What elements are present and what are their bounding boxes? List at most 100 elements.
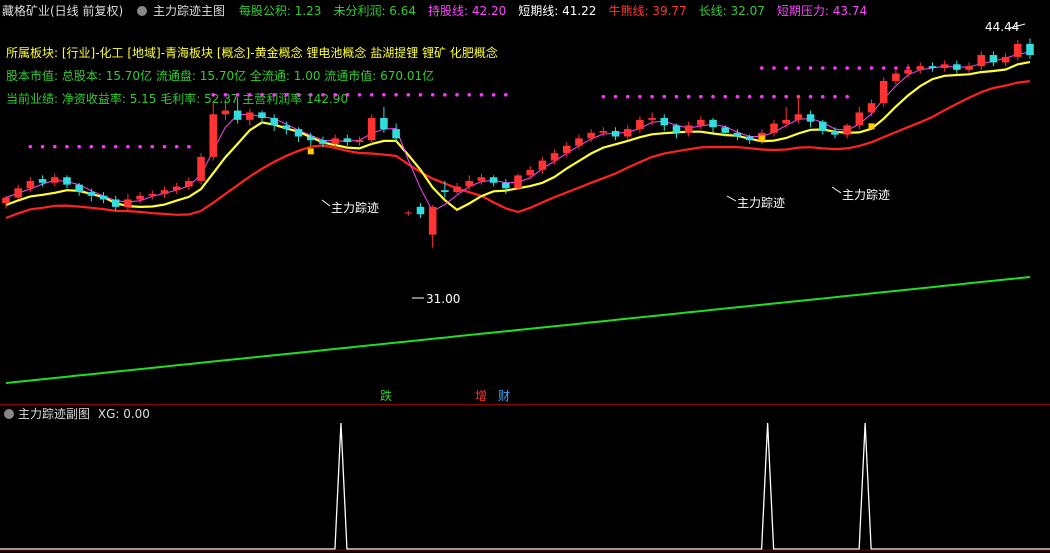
pressure-dot — [772, 66, 776, 70]
pressure-dot — [150, 144, 155, 149]
candle-up — [209, 114, 218, 157]
candle-up — [562, 145, 571, 154]
candle-up — [331, 138, 339, 144]
candle-up — [965, 66, 973, 70]
event-marker-fall[interactable]: 跌 — [380, 387, 392, 404]
event-marker-finance[interactable]: 财 — [498, 387, 510, 404]
pressure-dot — [174, 144, 179, 149]
candle-up — [977, 55, 986, 67]
pressure-dot — [504, 93, 508, 97]
pressure-dot — [467, 93, 472, 97]
candle-up — [648, 117, 656, 120]
pressure-dot — [345, 93, 350, 97]
candle-up — [197, 156, 205, 181]
panel-divider[interactable] — [0, 404, 1050, 405]
candle-down — [502, 182, 510, 189]
candle-up — [916, 66, 925, 70]
track-label-2: 主力踪迹 — [737, 196, 786, 210]
xg-value: XG: 0.00 — [97, 407, 150, 421]
candle-down — [63, 177, 71, 185]
candle-down — [831, 130, 839, 135]
candle-up — [185, 180, 193, 187]
candle-down — [75, 184, 83, 193]
candle-up — [867, 103, 876, 113]
candle-up — [684, 125, 693, 133]
pressure-dot — [394, 93, 398, 97]
pressure-dot — [857, 66, 862, 70]
pressure-dot — [711, 94, 715, 99]
candle-down — [380, 117, 388, 130]
candle-down — [818, 121, 827, 131]
candle-up — [2, 197, 10, 204]
pressure-dot — [369, 93, 374, 97]
candle-up — [782, 119, 790, 124]
candle-up — [892, 73, 900, 81]
high-price-label: 44.44 — [985, 20, 1020, 34]
pressure-dot — [601, 94, 606, 99]
pressure-dot — [833, 94, 837, 99]
pressure-dot — [845, 94, 849, 99]
candle-down — [233, 110, 242, 120]
track-marker — [758, 135, 765, 142]
pressure-dot — [138, 144, 142, 149]
candle-up — [940, 64, 949, 68]
sub-indicator-dropdown-icon[interactable] — [4, 409, 14, 419]
candle-up — [879, 80, 888, 104]
candle-up — [623, 129, 632, 137]
candle-up — [465, 180, 474, 187]
candle-down — [343, 138, 352, 143]
pressure-dot — [760, 66, 764, 70]
candle-up — [526, 169, 534, 176]
candle-up — [453, 186, 461, 193]
pressure-dot — [77, 144, 81, 149]
candle-down — [489, 177, 498, 183]
pressure-dot — [796, 66, 801, 70]
event-marker-increase[interactable]: 增 — [475, 387, 487, 404]
candle-up — [843, 125, 851, 135]
pressure-dot — [113, 144, 118, 149]
pressure-dot — [443, 93, 447, 97]
track-marker — [307, 148, 314, 155]
pressure-dot — [260, 93, 264, 97]
kline-chart[interactable] — [0, 0, 1050, 553]
candle-down — [745, 136, 754, 141]
pressure-dot — [357, 93, 362, 97]
pressure-dot — [686, 94, 691, 99]
slow-line — [5, 276, 1031, 384]
pressure-dot — [211, 93, 216, 97]
pressure-dot — [272, 93, 276, 97]
sub-panel-header: 主力踪迹副图 XG: 0.00 — [0, 405, 150, 423]
pressure-dot — [760, 94, 764, 99]
pressure-dot — [674, 94, 679, 99]
candle-down — [306, 136, 315, 141]
track-label-1: 主力踪迹 — [331, 201, 380, 215]
candle-down — [392, 129, 400, 139]
pressure-dot — [296, 93, 301, 97]
sub-panel-title[interactable]: 主力踪迹副图 — [18, 407, 90, 421]
pressure-dot — [333, 93, 337, 97]
candle-down — [611, 130, 620, 137]
pressure-dot — [784, 94, 788, 99]
candle-down — [721, 127, 730, 133]
candle-up — [246, 112, 254, 120]
pressure-dot — [650, 94, 654, 99]
candle-up — [514, 175, 522, 189]
candle-up — [1001, 56, 1010, 63]
pressure-dot — [308, 93, 313, 97]
track-leader-line — [831, 186, 842, 194]
pressure-dot — [382, 93, 386, 97]
pressure-dot — [52, 144, 57, 149]
candle-up — [770, 123, 778, 133]
candle-up — [14, 188, 22, 198]
pressure-dot — [638, 94, 642, 99]
candle-down — [709, 119, 717, 128]
pressure-dot — [479, 93, 484, 97]
candle-down — [319, 140, 327, 144]
pressure-dot — [248, 93, 252, 97]
pressure-dot — [808, 94, 813, 99]
candle-up — [160, 190, 169, 194]
candle-up — [477, 177, 486, 181]
candle-down — [989, 55, 998, 63]
candle-up — [26, 180, 35, 189]
track-marker — [868, 123, 875, 130]
